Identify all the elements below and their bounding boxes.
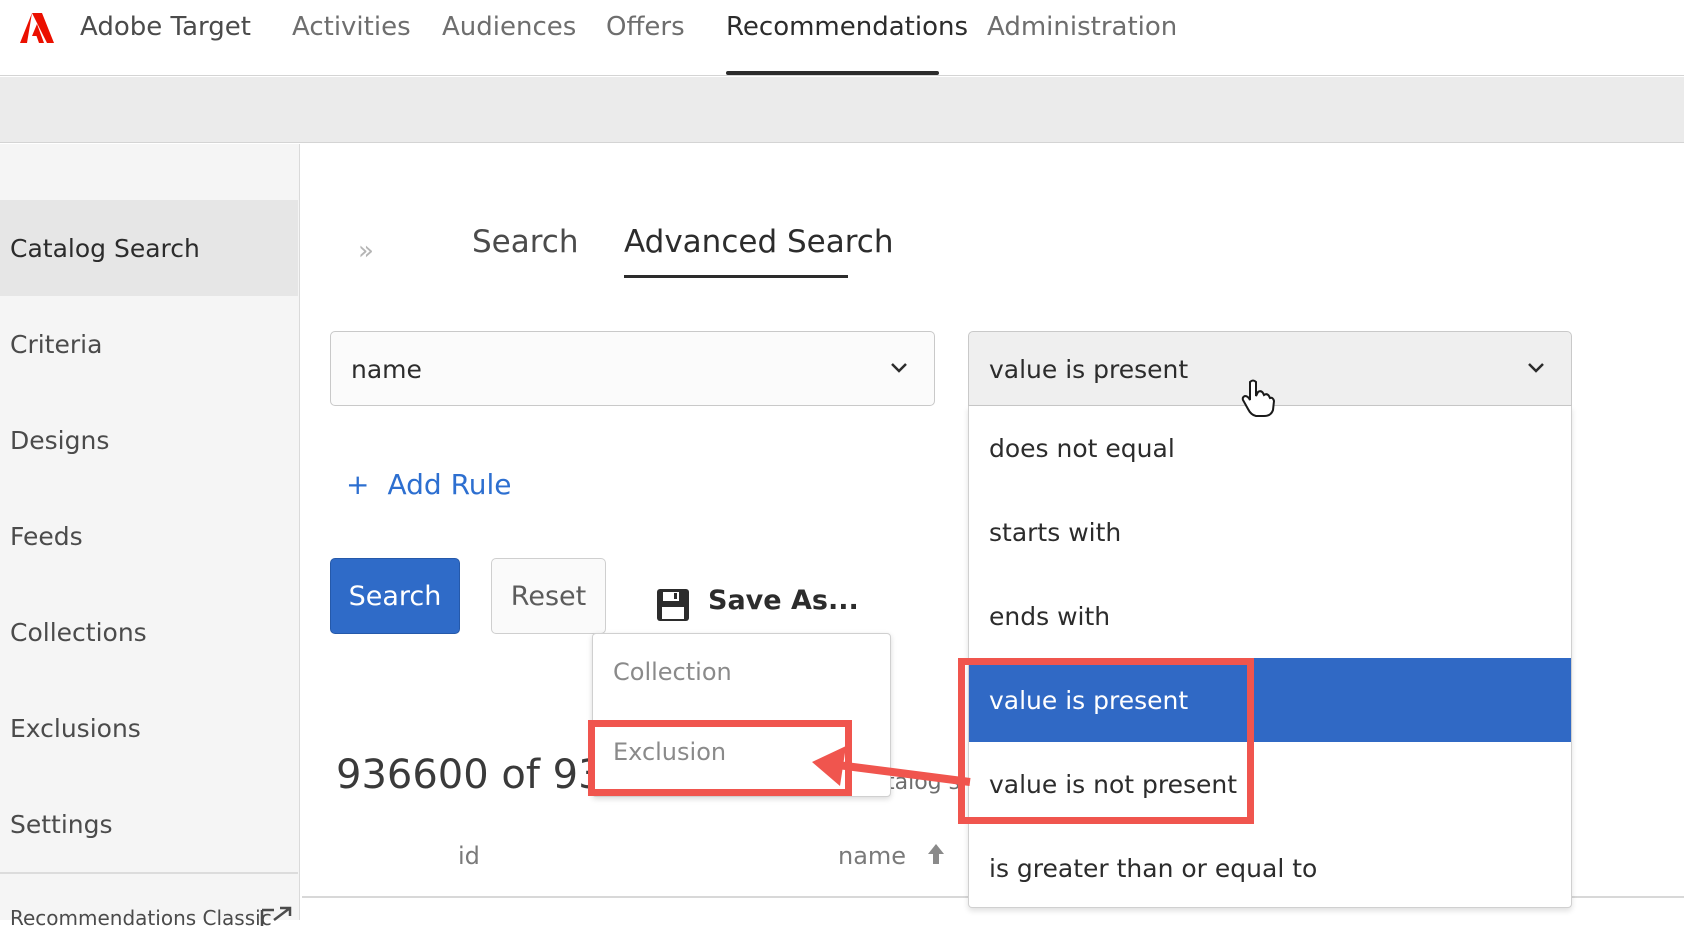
nav-tab-activities[interactable]: Activities <box>292 12 411 42</box>
double-chevron-right-icon[interactable]: » <box>358 236 374 266</box>
sidebar-item-label: Catalog Search <box>10 233 200 263</box>
results-count: 936600 of 936 <box>336 752 630 798</box>
option-does-not-equal[interactable]: does not equal <box>969 406 1571 490</box>
sidebar-item-catalog-search[interactable]: Catalog Search <box>0 200 298 296</box>
option-label: starts with <box>989 517 1122 547</box>
sidebar-item-label: Designs <box>10 425 110 455</box>
option-greater-than-or-equal[interactable]: is greater than or equal to <box>969 826 1571 910</box>
toolbar-strip <box>0 77 1684 143</box>
sidebar-divider <box>0 872 298 874</box>
top-nav: Adobe Target Activities Audiences Offers… <box>0 0 1684 76</box>
adobe-logo-icon[interactable] <box>20 13 54 43</box>
reset-button-label: Reset <box>510 580 587 612</box>
chevron-down-icon <box>1528 363 1544 373</box>
nav-tab-administration[interactable]: Administration <box>987 12 1177 42</box>
sidebar-item-label: Feeds <box>10 521 83 551</box>
chevron-down-icon <box>891 363 907 373</box>
column-header-name[interactable]: name <box>838 842 906 870</box>
search-button[interactable]: Search <box>330 558 460 634</box>
nav-tab-offers[interactable]: Offers <box>606 12 685 42</box>
save-as-button[interactable]: Save As... <box>708 585 859 616</box>
tab-advanced-search[interactable]: Advanced Search <box>624 224 893 260</box>
field-select[interactable]: name <box>330 331 935 406</box>
operator-select-value: value is present <box>989 355 1189 384</box>
active-tab-indicator <box>726 71 939 75</box>
sidebar-item-collections[interactable]: Collections <box>0 584 298 680</box>
external-link-icon[interactable] <box>260 906 294 926</box>
arrow-up-icon[interactable] <box>926 842 946 866</box>
operator-options-list: does not equal starts with ends with val… <box>968 406 1572 908</box>
plus-icon: + <box>346 468 370 501</box>
nav-tab-recommendations[interactable]: Recommendations <box>726 12 968 42</box>
results-count-tail: talog s <box>886 770 961 795</box>
sidebar-item-feeds[interactable]: Feeds <box>0 488 298 584</box>
nav-tab-audiences[interactable]: Audiences <box>442 12 576 42</box>
field-select-value: name <box>351 355 422 384</box>
sidebar-item-settings[interactable]: Settings <box>0 776 298 872</box>
column-header-id[interactable]: id <box>458 842 480 870</box>
sidebar-item-criteria[interactable]: Criteria <box>0 296 298 392</box>
option-starts-with[interactable]: starts with <box>969 490 1571 574</box>
option-ends-with[interactable]: ends with <box>969 574 1571 658</box>
sidebar-item-label: Settings <box>10 809 113 839</box>
sidebar-item-label: Criteria <box>10 329 103 359</box>
sidebar-item-label: Exclusions <box>10 713 141 743</box>
sidebar-footer-link[interactable]: Recommendations Classic <box>10 906 272 930</box>
reset-button[interactable]: Reset <box>491 558 606 634</box>
floppy-disk-icon[interactable] <box>656 588 690 622</box>
app-title: Adobe Target <box>80 12 251 42</box>
tab-search[interactable]: Search <box>472 224 579 260</box>
sidebar-item-exclusions[interactable]: Exclusions <box>0 680 298 776</box>
menu-item-collection[interactable]: Collection <box>613 658 732 686</box>
sidebar-item-designs[interactable]: Designs <box>0 392 298 488</box>
hand-cursor-icon <box>1241 379 1276 417</box>
subtab-indicator <box>624 275 848 278</box>
sidebar-item-label: Collections <box>10 617 147 647</box>
option-label: is greater than or equal to <box>989 853 1318 883</box>
highlight-exclusion-box <box>588 720 852 796</box>
sidebar: Catalog Search Criteria Designs Feeds Co… <box>0 144 300 930</box>
highlight-options-box <box>958 658 1254 824</box>
search-button-label: Search <box>348 580 442 612</box>
add-rule-label: Add Rule <box>387 468 512 501</box>
option-label: does not equal <box>989 433 1175 463</box>
add-rule-button[interactable]: + Add Rule <box>346 468 512 501</box>
option-label: ends with <box>989 601 1111 631</box>
